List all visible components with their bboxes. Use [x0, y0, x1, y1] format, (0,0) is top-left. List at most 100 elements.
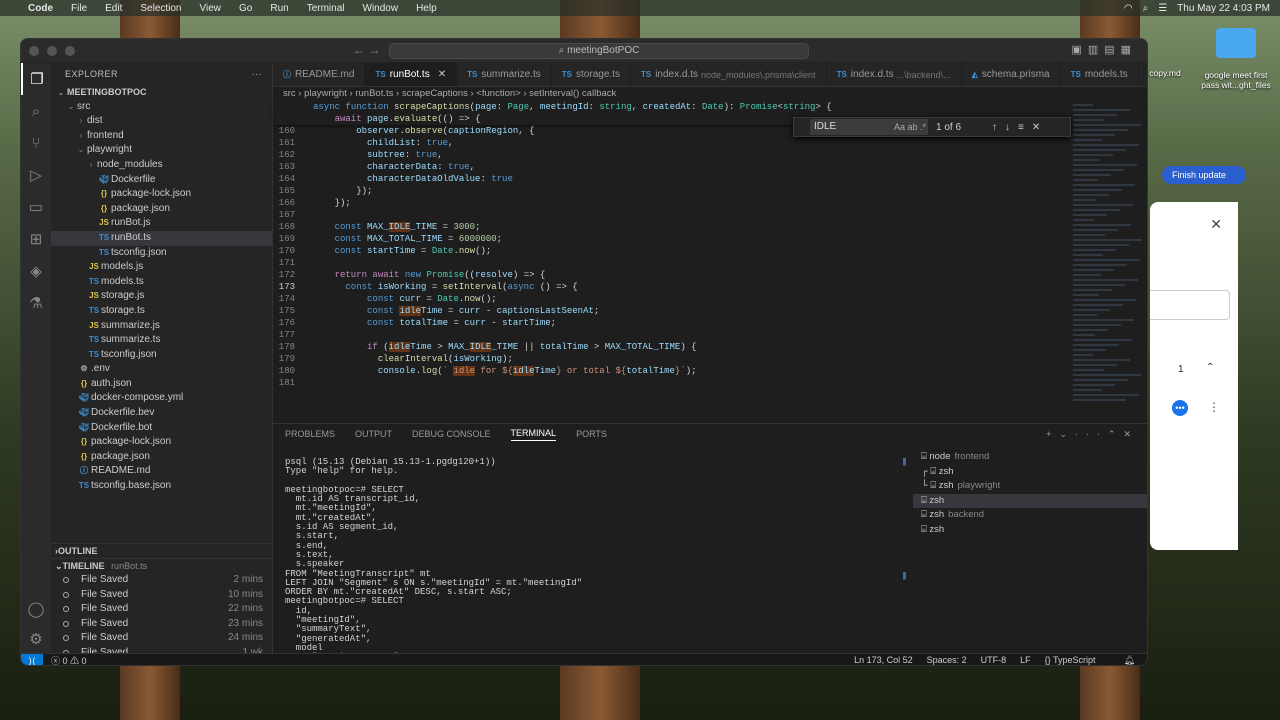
code-line[interactable]: 165 });: [273, 185, 1147, 197]
menu-help[interactable]: Help: [416, 3, 437, 14]
terminal-instance[interactable]: ⌸ node frontend: [913, 450, 1147, 465]
code-editor[interactable]: async function scrapeCaptions(page: Page…: [273, 101, 1147, 389]
breadcrumb-item[interactable]: src: [283, 88, 296, 99]
tree-item[interactable]: TS summarize.ts: [51, 333, 272, 348]
terminal-output[interactable]: psql (15.13 (Debian 15.13-1.pgdg120+1)) …: [285, 457, 895, 665]
editor-actions[interactable]: ▥ ···: [1139, 63, 1147, 86]
editor-tab[interactable]: TS models.ts: [1061, 63, 1139, 86]
editor-tab[interactable]: TS summarize.ts: [457, 63, 552, 86]
close-window-button[interactable]: [29, 45, 39, 56]
terminal-instance[interactable]: ⌸ zsh: [913, 493, 1147, 509]
editor-tab[interactable]: ⓘ README.md: [273, 63, 366, 86]
tree-item[interactable]: 🐳︎ docker-compose.yml: [51, 391, 272, 406]
search-icon[interactable]: ⌕: [1143, 3, 1149, 14]
code-line[interactable]: 166 });: [273, 197, 1147, 209]
code-line[interactable]: 177: [273, 329, 1147, 341]
tree-item[interactable]: TS tsconfig.json: [51, 246, 272, 261]
code-line[interactable]: 175 const idleTime = curr - captionsLast…: [273, 305, 1147, 317]
menu-selection[interactable]: Selection: [140, 3, 181, 14]
terminal-instance[interactable]: ⌸ zsh backend: [913, 508, 1147, 523]
timeline-item[interactable]: File Saved 24 mins: [51, 631, 272, 646]
code-line[interactable]: 178 if (idleTime > MAX_IDLE_TIME || tota…: [273, 341, 1147, 353]
gear-icon[interactable]: ⚙: [21, 623, 51, 655]
tree-item[interactable]: TS tsconfig.json: [51, 348, 272, 363]
terminal-instance[interactable]: ┌ ⌸ zsh: [913, 465, 1147, 480]
remote-explorer-icon[interactable]: ▭: [21, 191, 51, 223]
menu-file[interactable]: File: [71, 3, 87, 14]
indent-setting[interactable]: Spaces: 2: [927, 655, 967, 665]
breadcrumb-item[interactable]: runBot.ts: [355, 88, 393, 99]
tab-debug-console[interactable]: DEBUG CONSOLE: [412, 429, 491, 439]
menu-window[interactable]: Window: [363, 3, 399, 14]
code-line[interactable]: 171: [273, 257, 1147, 269]
code-line[interactable]: 161 childList: true,: [273, 137, 1147, 149]
code-line[interactable]: 163 characterData: true,: [273, 161, 1147, 173]
code-line[interactable]: 180 console.log(` idle for ${idleTime} o…: [273, 365, 1147, 377]
tree-item[interactable]: › dist: [51, 114, 272, 129]
tree-item[interactable]: ⌄ src: [51, 100, 272, 115]
menu-view[interactable]: View: [200, 3, 222, 14]
timeline-item[interactable]: File Saved 10 mins: [51, 588, 272, 603]
minimize-window-button[interactable]: [47, 45, 57, 56]
code-line[interactable]: 172 return await new Promise((resolve) =…: [273, 269, 1147, 281]
zoom-window-button[interactable]: [65, 45, 75, 56]
timeline-item[interactable]: File Saved 23 mins: [51, 617, 272, 632]
code-line[interactable]: 173 const isWorking = setInterval(async …: [273, 281, 1147, 293]
breadcrumb-item[interactable]: scrapeCaptions: [402, 88, 468, 99]
tree-item[interactable]: JS models.js: [51, 260, 272, 275]
close-icon[interactable]: ✕: [1210, 216, 1222, 233]
terminal-instance[interactable]: ⌸ zsh: [913, 523, 1147, 538]
menu-terminal[interactable]: Terminal: [307, 3, 345, 14]
code-line[interactable]: 170 const startTime = Date.now();: [273, 245, 1147, 257]
command-center[interactable]: ⌕ meetingBotPOC: [389, 43, 809, 59]
notifications-icon[interactable]: 🔔︎: [1124, 655, 1135, 665]
clock[interactable]: Thu May 22 4:03 PM: [1177, 3, 1270, 14]
encoding[interactable]: UTF-8: [981, 655, 1007, 665]
tree-item[interactable]: › frontend: [51, 129, 272, 144]
code-line[interactable]: 176 const totalTime = curr - startTime;: [273, 317, 1147, 329]
tree-item[interactable]: JS runBot.js: [51, 216, 272, 231]
outline-section[interactable]: ›OUTLINE: [51, 543, 272, 558]
folder-icon[interactable]: [1216, 28, 1256, 58]
chevron-up-icon[interactable]: ⌃: [1206, 362, 1214, 373]
code-line[interactable]: 162 subtree: true,: [273, 149, 1147, 161]
workspace-root[interactable]: ⌄ MEETINGBOTPOC: [51, 85, 272, 100]
input-field[interactable]: [1150, 290, 1230, 320]
desktop-folder-label[interactable]: google meet first pass wit...ght_files: [1196, 70, 1276, 90]
tab-ports[interactable]: PORTS: [576, 429, 607, 439]
tree-item[interactable]: ⚙ .env: [51, 362, 272, 377]
breadcrumb-item[interactable]: setInterval() callback: [529, 88, 616, 99]
menu-run[interactable]: Run: [270, 3, 288, 14]
tree-item[interactable]: ⌄ playwright: [51, 143, 272, 158]
menu-app[interactable]: Code: [28, 3, 53, 14]
menu-edit[interactable]: Edit: [105, 3, 122, 14]
nav-arrows[interactable]: ← →: [353, 43, 380, 57]
editor-tab[interactable]: TS storage.ts: [552, 63, 631, 86]
menu-go[interactable]: Go: [239, 3, 252, 14]
tab-output[interactable]: OUTPUT: [355, 429, 392, 439]
code-line[interactable]: 164 characterDataOldValue: true: [273, 173, 1147, 185]
editor-tab[interactable]: ◭ schema.prisma: [962, 63, 1061, 86]
code-line[interactable]: 179 clearInterval(isWorking);: [273, 353, 1147, 365]
tree-item[interactable]: TS models.ts: [51, 275, 272, 290]
tree-item[interactable]: {} package-lock.json: [51, 435, 272, 450]
editor-tab[interactable]: TS index.d.ts ...\backend\...: [827, 63, 962, 86]
close-tab-icon[interactable]: ✕: [438, 63, 446, 87]
wifi-icon[interactable]: ◠: [1124, 3, 1133, 14]
explorer-icon[interactable]: ❐: [21, 63, 51, 95]
more-options-icon[interactable]: •••: [1172, 400, 1188, 416]
docker-icon[interactable]: ◈: [21, 255, 51, 287]
finish-update-button[interactable]: Finish update: [1162, 166, 1246, 184]
eol[interactable]: LF: [1020, 655, 1031, 665]
tree-item[interactable]: {} package.json: [51, 450, 272, 465]
code-line[interactable]: async function scrapeCaptions(page: Page…: [273, 101, 1147, 113]
tree-item[interactable]: {} auth.json: [51, 377, 272, 392]
minimap[interactable]: [1069, 101, 1147, 423]
code-line[interactable]: 168 const MAX_IDLE_TIME = 3000;: [273, 221, 1147, 233]
timeline-item[interactable]: File Saved 22 mins: [51, 602, 272, 617]
code-line[interactable]: 167: [273, 209, 1147, 221]
code-line[interactable]: 169 const MAX_TOTAL_TIME = 6000000;: [273, 233, 1147, 245]
timeline-item[interactable]: File Saved 1 wk: [51, 646, 272, 653]
tree-item[interactable]: {} package.json: [51, 202, 272, 217]
tree-item[interactable]: › node_modules: [51, 158, 272, 173]
